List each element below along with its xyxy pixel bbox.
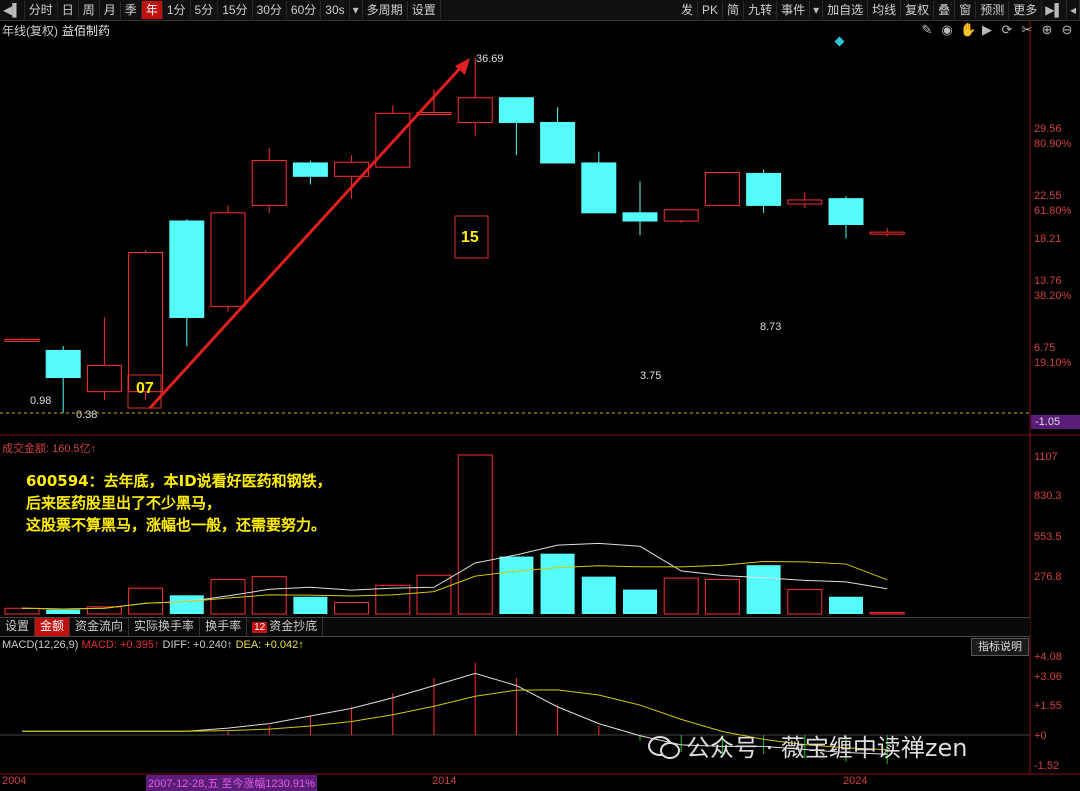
tab-badge: 12 bbox=[252, 622, 268, 633]
volume-bar bbox=[128, 587, 164, 615]
watermark-text: 公众号 · 薇宝缠中读禅zen bbox=[686, 734, 968, 762]
candle-body bbox=[540, 121, 576, 164]
volume-bar bbox=[46, 609, 81, 614]
candle-body bbox=[251, 160, 287, 206]
volume-bar bbox=[334, 602, 370, 615]
volume-bar bbox=[540, 553, 575, 614]
candle-body bbox=[581, 162, 617, 214]
vol-axis-label: 830.3 bbox=[1034, 490, 1062, 502]
price-label: 13.76 bbox=[1034, 275, 1062, 287]
annotation-line: 这股票不算黑马，涨幅也一般，还需要努力。 bbox=[26, 516, 327, 534]
price-pct: 80.90% bbox=[1034, 138, 1072, 150]
wechat-icon bbox=[648, 734, 680, 759]
year-box-label: 07 bbox=[136, 380, 154, 397]
candle-body bbox=[704, 172, 740, 206]
volume-bar bbox=[581, 576, 616, 614]
volume-bar bbox=[663, 577, 699, 615]
volume-bar bbox=[704, 579, 740, 615]
kline-chart[interactable]: 29.56 80.90% 22.55 61.80% 18.21 13.76 38… bbox=[0, 0, 1080, 789]
macd-label: MACD(12,26,9) bbox=[2, 639, 79, 651]
macd-axis-label: -1.52 bbox=[1034, 760, 1059, 772]
peak-label: 8.73 bbox=[760, 321, 781, 333]
tab-label: 资金抄底 bbox=[269, 619, 318, 633]
candle-body bbox=[210, 212, 246, 307]
price-pct: 38.20% bbox=[1034, 290, 1072, 302]
candle-body bbox=[86, 365, 122, 393]
high-label: 36.69 bbox=[476, 53, 504, 65]
candle-body bbox=[869, 231, 905, 235]
vol-axis-label: 553.5 bbox=[1034, 531, 1062, 543]
price-pct: 19.10% bbox=[1034, 357, 1072, 369]
volume-bar bbox=[4, 607, 40, 615]
volume-bar bbox=[869, 612, 905, 615]
indicator-tabs: 设置 金额 资金流向 实际换手率 换手率 12 资金抄底 bbox=[0, 617, 1030, 637]
macd-axis-label: +4.08 bbox=[1034, 651, 1062, 663]
time-label: 2014 bbox=[432, 775, 457, 787]
volume-header: 成交金额: 160.5亿↑ bbox=[2, 443, 97, 455]
macd-axis-label: +3.06 bbox=[1034, 671, 1062, 683]
candle-label: 0.98 bbox=[30, 395, 51, 407]
tab-fund-flow[interactable]: 资金流向 bbox=[70, 618, 130, 636]
time-label: 2024 bbox=[843, 775, 868, 787]
vol-axis-label: 276.8 bbox=[1034, 571, 1062, 583]
candle-body bbox=[169, 220, 205, 318]
annotation-line: 后来医药股里出了不少黑马， bbox=[26, 494, 222, 512]
tab-real-turnover[interactable]: 实际换手率 bbox=[129, 618, 201, 636]
tab-bottom-fishing[interactable]: 12 资金抄底 bbox=[247, 618, 324, 636]
macd-value: MACD: +0.395↑ bbox=[81, 639, 160, 651]
candle-body bbox=[4, 338, 40, 342]
macd-header: MACD(12,26,9) MACD: +0.395↑ DIFF: +0.240… bbox=[2, 639, 304, 651]
volume-bar bbox=[169, 595, 204, 614]
price-label: 18.21 bbox=[1034, 233, 1062, 245]
macd-axis-label: +1.55 bbox=[1034, 700, 1062, 712]
candle-body bbox=[128, 251, 164, 393]
time-label: 2004 bbox=[2, 775, 27, 787]
candle-body bbox=[828, 198, 864, 226]
annotation-text: 600594：去年底，本ID说看好医药和钢铁， 后来医药股里出了不少黑马， 这股… bbox=[26, 470, 332, 536]
volume-bar bbox=[787, 589, 823, 615]
volume-bar bbox=[293, 596, 328, 614]
candle-body bbox=[45, 349, 81, 379]
low-label: 3.75 bbox=[640, 370, 661, 382]
indicator-help-button[interactable]: 指标说明 bbox=[971, 638, 1029, 656]
dea-value: DEA: +0.042↑ bbox=[235, 639, 304, 651]
current-price-badge: -1.05 bbox=[1031, 415, 1080, 429]
tab-settings[interactable]: 设置 bbox=[0, 618, 36, 636]
candle-body bbox=[746, 172, 782, 206]
volume-bar bbox=[746, 565, 781, 614]
volume-bar bbox=[499, 556, 534, 614]
volume-bar bbox=[829, 596, 863, 614]
volume-bar bbox=[457, 454, 493, 615]
time-axis: 2004 2007-12-28,五 至今涨幅1230.91% 2014 2024 bbox=[0, 774, 1080, 791]
volume-bar bbox=[375, 584, 411, 615]
volume-bar bbox=[416, 574, 452, 615]
candle-body bbox=[663, 209, 699, 222]
candle-body bbox=[416, 111, 452, 115]
watermark: 公众号 · 薇宝缠中读禅zen bbox=[648, 728, 967, 763]
tab-turnover[interactable]: 换手率 bbox=[200, 618, 248, 636]
diff-value: DIFF: +0.240↑ bbox=[162, 639, 233, 651]
annotation-line: 600594：去年底，本ID说看好医药和钢铁， bbox=[26, 472, 332, 490]
price-label: 22.55 bbox=[1034, 190, 1062, 202]
candle-body bbox=[498, 97, 534, 123]
year-box-label: 15 bbox=[461, 229, 479, 246]
price-pct: 61.80% bbox=[1034, 205, 1072, 217]
price-label: 6.75 bbox=[1034, 342, 1055, 354]
candle-body bbox=[787, 199, 823, 205]
macd-axis-label: +0 bbox=[1034, 730, 1047, 742]
candle-body bbox=[622, 212, 658, 222]
candle-body bbox=[457, 97, 493, 123]
tab-amount[interactable]: 金额 bbox=[35, 618, 71, 636]
candle-label: 0.38 bbox=[76, 409, 97, 421]
volume-bar bbox=[623, 589, 657, 614]
candle-body bbox=[292, 162, 328, 177]
vol-axis-label: 1107 bbox=[1034, 451, 1058, 463]
price-label: 29.56 bbox=[1034, 123, 1062, 135]
